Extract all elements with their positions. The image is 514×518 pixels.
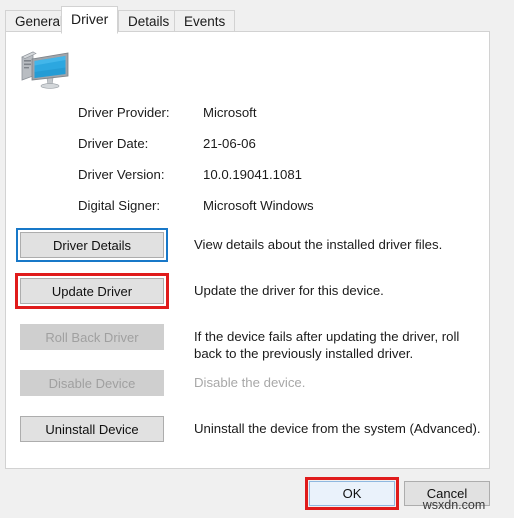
info-row: Driver Version: 10.0.19041.1081 xyxy=(78,167,468,198)
device-properties-dialog: General Driver Details Events Driver Pro… xyxy=(0,0,514,518)
driver-provider-value: Microsoft xyxy=(203,105,257,120)
driver-version-value: 10.0.19041.1081 xyxy=(203,167,303,182)
action-row-uninstall-device: Uninstall Device Uninstall the device fr… xyxy=(20,416,481,462)
driver-details-description: View details about the installed driver … xyxy=(194,237,443,252)
roll-back-driver-description: If the device fails after updating the d… xyxy=(194,329,460,361)
driver-date-value: 21-06-06 xyxy=(203,136,256,151)
tab-driver[interactable]: Driver xyxy=(61,6,119,34)
disable-device-button: Disable Device xyxy=(20,370,164,396)
roll-back-driver-button: Roll Back Driver xyxy=(20,324,164,350)
driver-info-table: Driver Provider: Microsoft Driver Date: … xyxy=(78,105,468,229)
info-row: Driver Date: 21-06-06 xyxy=(78,136,468,167)
update-driver-button[interactable]: Update Driver xyxy=(20,278,164,304)
uninstall-device-description: Uninstall the device from the system (Ad… xyxy=(194,421,481,436)
action-row-disable-device: Disable Device Disable the device. xyxy=(20,370,480,416)
driver-provider-label: Driver Provider: xyxy=(78,105,170,120)
action-row-roll-back-driver: Roll Back Driver If the device fails aft… xyxy=(20,324,480,370)
driver-tab-panel: Driver Provider: Microsoft Driver Date: … xyxy=(5,31,490,469)
ok-button[interactable]: OK xyxy=(309,481,395,506)
driver-details-button[interactable]: Driver Details xyxy=(20,232,164,258)
info-row: Digital Signer: Microsoft Windows xyxy=(78,198,468,229)
dialog-footer: OK Cancel wsxdn.com xyxy=(0,470,514,518)
driver-version-label: Driver Version: xyxy=(78,167,165,182)
driver-actions: Driver Details View details about the in… xyxy=(15,228,481,462)
digital-signer-label: Digital Signer: xyxy=(78,198,161,213)
driver-date-label: Driver Date: xyxy=(78,136,149,151)
disable-device-description: Disable the device. xyxy=(194,375,306,390)
tab-details[interactable]: Details xyxy=(118,10,180,32)
action-row-update-driver: Update Driver Update the driver for this… xyxy=(15,273,480,324)
update-driver-description: Update the driver for this device. xyxy=(194,283,384,298)
watermark: wsxdn.com xyxy=(422,498,486,512)
tab-strip: General Driver Details Events xyxy=(0,6,514,34)
uninstall-device-button[interactable]: Uninstall Device xyxy=(20,416,164,442)
tab-events[interactable]: Events xyxy=(174,10,236,32)
action-row-driver-details: Driver Details View details about the in… xyxy=(16,228,480,278)
info-row: Driver Provider: Microsoft xyxy=(78,105,468,136)
digital-signer-value: Microsoft Windows xyxy=(203,198,314,213)
computer-monitor-icon xyxy=(19,48,71,92)
